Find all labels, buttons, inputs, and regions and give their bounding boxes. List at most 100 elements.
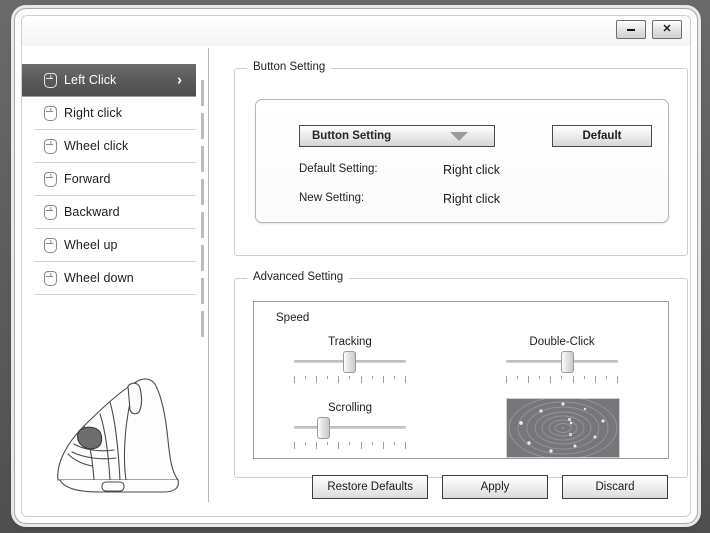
chevron-down-icon (450, 132, 468, 141)
chevron-right-icon: › (177, 71, 182, 89)
default-setting-value: Right click (443, 163, 500, 177)
mouse-icon (44, 72, 57, 88)
footer-button-label: Discard (595, 481, 635, 493)
slider-tick (371, 442, 373, 445)
button-setting-dropdown[interactable]: Button Setting (299, 125, 495, 147)
slider-tick (294, 376, 295, 383)
mouse-icon (44, 138, 57, 154)
scrolling-slider-thumb[interactable] (317, 417, 330, 439)
sidebar-item-wheel-click[interactable]: Wheel click (34, 130, 196, 163)
slider-tick (327, 376, 329, 379)
slider-tick (305, 376, 307, 379)
double-click-slider-ticks (506, 376, 618, 384)
scrolling-slider-label: Scrolling (327, 402, 373, 414)
double-click-slider-thumb[interactable] (561, 351, 575, 373)
slider-tick (316, 376, 318, 383)
close-button[interactable]: ✕ (652, 20, 682, 39)
slider-tick (539, 376, 541, 379)
slider-tick (393, 442, 395, 445)
tracking-slider-ticks (294, 376, 406, 384)
sidebar-item-left-click[interactable]: Left Click › (22, 64, 196, 97)
minimize-button[interactable] (616, 20, 646, 39)
slider-tick (338, 442, 340, 449)
slider-tick (528, 376, 530, 383)
mouse-icon (44, 237, 57, 253)
footer-buttons: Restore Defaults Apply Discard (312, 475, 668, 499)
tracking-slider-thumb[interactable] (342, 351, 356, 373)
footer-button-label: Restore Defaults (327, 481, 413, 493)
slider-tick (382, 376, 384, 383)
slider-tick (305, 442, 307, 445)
sidebar-item-wheel-up[interactable]: Wheel up (34, 229, 196, 262)
footer-bar: Restore Defaults Apply Discard (220, 472, 680, 506)
content-area: Button Setting Button Setting Default De… (220, 46, 690, 516)
slider-tick (349, 376, 351, 379)
sidebar-item-label: Backward (64, 205, 120, 219)
advanced-setting-panel: Speed Tracking Scrolling Double-Click (253, 301, 669, 459)
app-window: ✕ Left Click › Right click Wheel click Forwa… (14, 8, 698, 524)
default-setting-label: Default Setting: (299, 163, 378, 175)
default-button-label: Default (582, 130, 622, 142)
slider-tick (583, 376, 585, 379)
button-setting-group: Button Setting Button Setting Default De… (234, 61, 688, 256)
double-click-test-pad[interactable] (506, 398, 620, 458)
apply-button[interactable]: Apply (442, 475, 548, 499)
advanced-setting-group: Advanced Setting Speed Tracking Scrollin… (234, 271, 688, 478)
button-setting-group-title: Button Setting (247, 61, 332, 73)
restore-defaults-button[interactable]: Restore Defaults (312, 475, 428, 499)
button-setting-dropdown-value: Button Setting (312, 130, 392, 142)
slider-tick (605, 376, 607, 379)
slider-tick (294, 442, 295, 449)
sidebar-list: Left Click › Right click Wheel click Forward… (22, 64, 196, 295)
sidebar-divider (208, 48, 209, 502)
title-bar: ✕ (22, 16, 690, 46)
window-controls: ✕ (616, 20, 682, 39)
slider-tick (404, 376, 406, 383)
sidebar-item-label: Wheel down (64, 271, 134, 285)
advanced-setting-group-title: Advanced Setting (247, 271, 350, 283)
sidebar-item-label: Wheel up (64, 238, 118, 252)
sidebar-item-right-click[interactable]: Right click (34, 97, 196, 130)
mouse-icon (44, 171, 57, 187)
slider-tick (594, 376, 596, 383)
mouse-icon (44, 204, 57, 220)
sidebar: Left Click › Right click Wheel click Forward… (22, 46, 208, 516)
footer-button-label: Apply (480, 481, 510, 493)
speed-label: Speed (276, 312, 310, 324)
slider-tick (327, 442, 329, 445)
close-icon: ✕ (662, 23, 672, 35)
button-setting-panel: Button Setting Default Default Setting: … (255, 99, 669, 223)
slider-tick (349, 442, 351, 445)
slider-tick (616, 376, 618, 383)
sidebar-item-wheel-down[interactable]: Wheel down (34, 262, 196, 295)
mouse-icon (44, 270, 57, 286)
app-window-inner: ✕ Left Click › Right click Wheel click Forwa… (21, 15, 691, 517)
discard-button[interactable]: Discard (562, 475, 668, 499)
slider-tick (517, 376, 519, 379)
mouse-illustration (44, 368, 204, 508)
slider-tick (393, 376, 395, 379)
sidebar-item-label: Left Click (64, 73, 117, 87)
slider-tick (360, 376, 362, 383)
slider-tick (316, 442, 318, 449)
scrolling-slider-track[interactable] (294, 426, 406, 429)
slider-tick (561, 376, 563, 379)
slider-tick (382, 442, 384, 449)
slider-tick (572, 376, 574, 383)
slider-tick (360, 442, 362, 449)
slider-tick (550, 376, 552, 383)
slider-tick (506, 376, 507, 383)
new-setting-value: Right click (443, 192, 500, 206)
sidebar-item-label: Wheel click (64, 139, 129, 153)
sidebar-item-backward[interactable]: Backward (34, 196, 196, 229)
minimize-icon (627, 28, 635, 31)
slider-tick (371, 376, 373, 379)
default-button[interactable]: Default (552, 125, 652, 147)
tracking-slider-label: Tracking (328, 336, 372, 348)
sidebar-scrollbar[interactable] (201, 80, 204, 342)
sidebar-item-forward[interactable]: Forward (34, 163, 196, 196)
slider-tick (404, 442, 406, 449)
mouse-icon (44, 105, 57, 121)
screen: ✕ Left Click › Right click Wheel click Forwa… (0, 0, 710, 533)
double-click-slider-label: Double-Click (529, 336, 595, 348)
